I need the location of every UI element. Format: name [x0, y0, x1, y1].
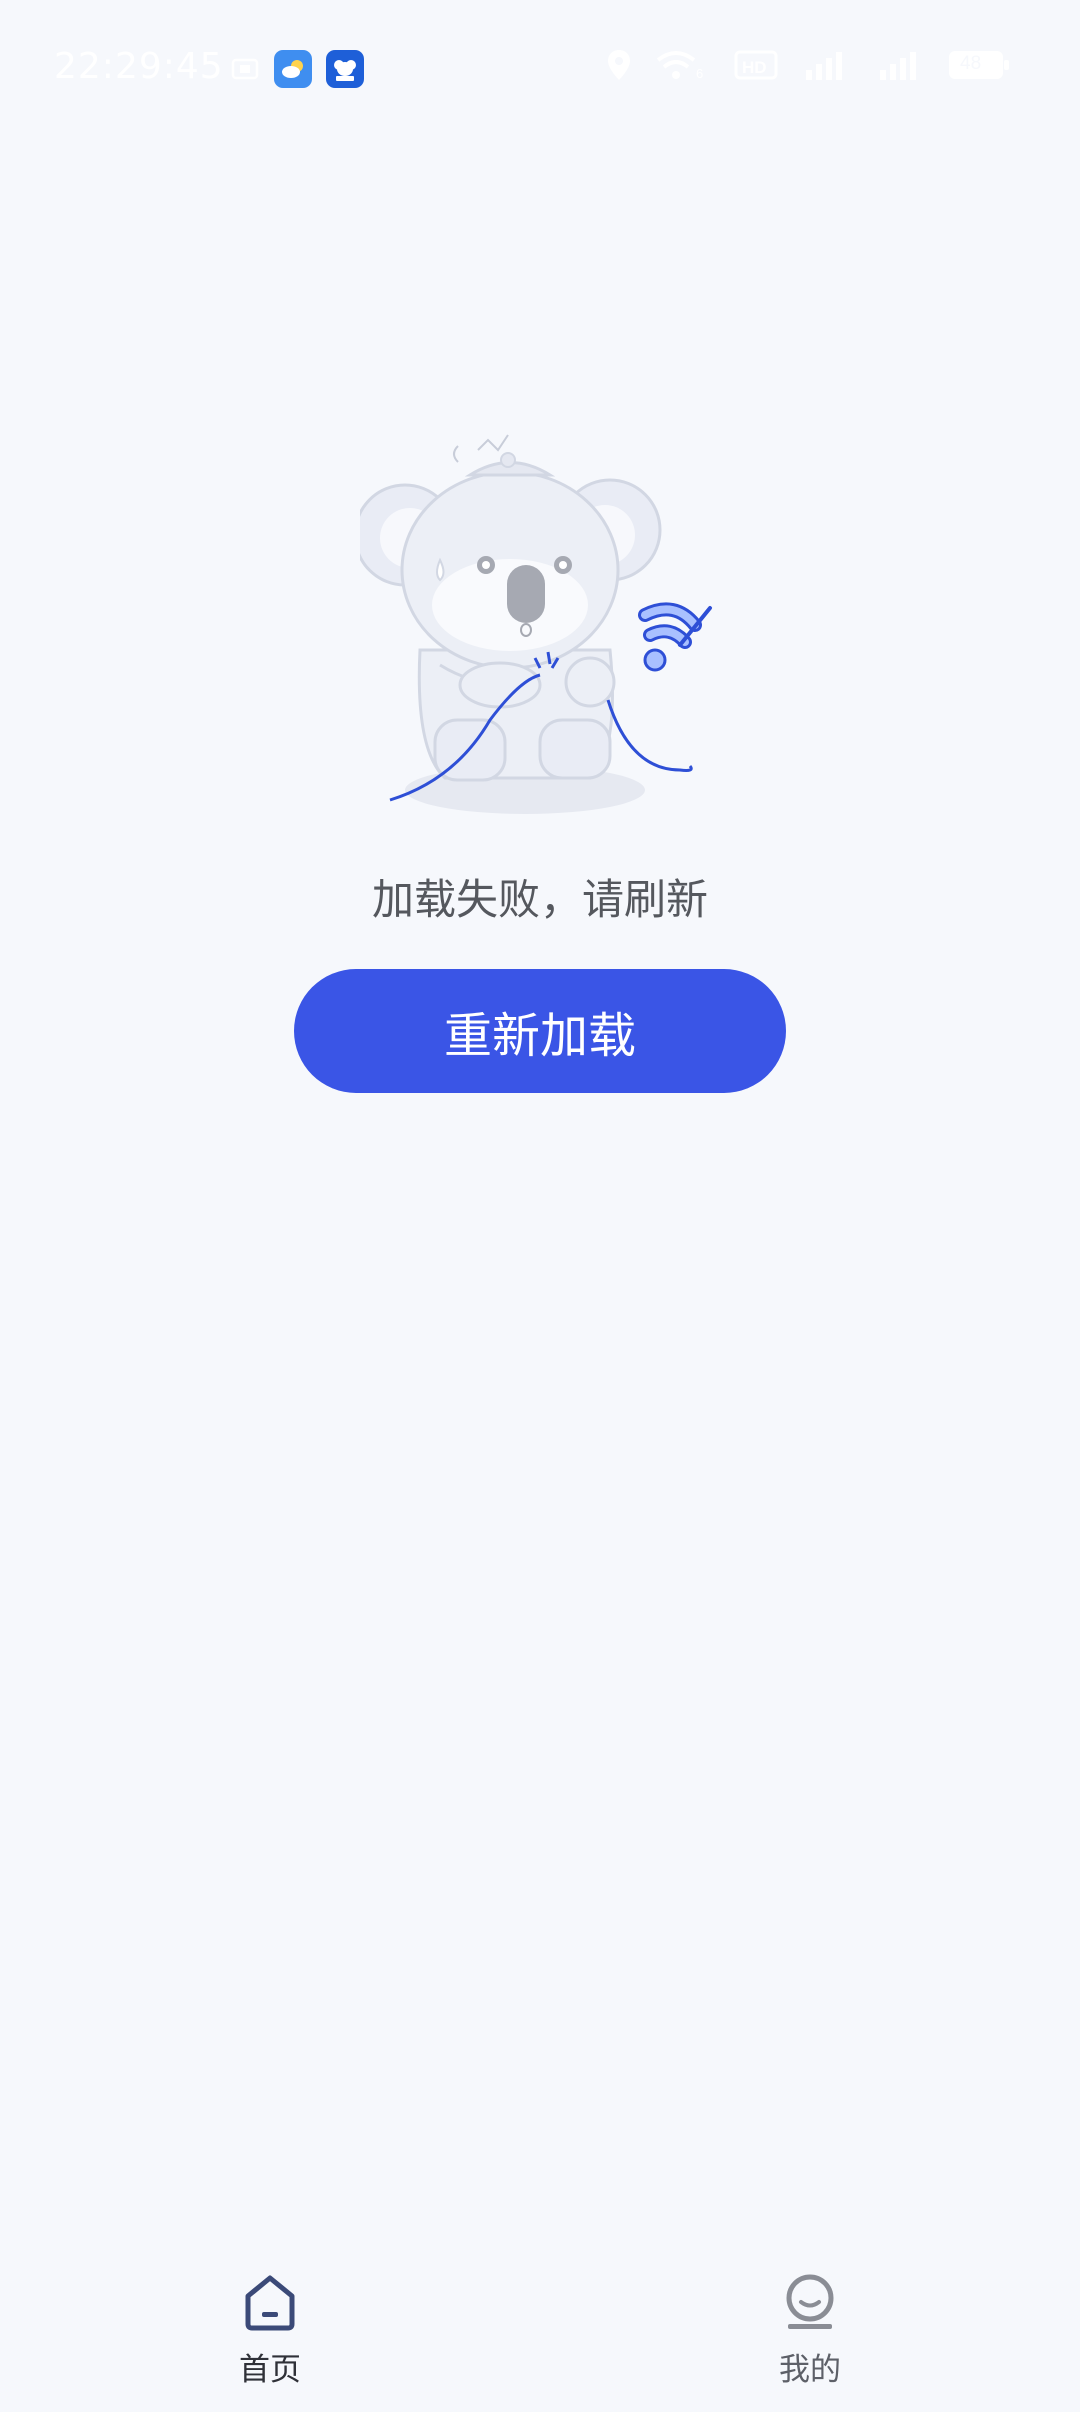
- hd-icon: HD: [734, 50, 778, 80]
- bottom-nav: 首页 我的: [0, 2222, 1080, 2412]
- status-notification-icons: [230, 50, 364, 88]
- home-icon: [245, 2275, 295, 2331]
- svg-text:HD: HD: [742, 58, 767, 77]
- nav-item-home[interactable]: 首页: [170, 2272, 370, 2389]
- battery-icon: 48: [948, 49, 1010, 81]
- status-right-icons: 6 HD 48: [606, 48, 1010, 82]
- status-bar: 22:29:45 6 HD 48: [0, 0, 1080, 140]
- signal-icon-sim1: [806, 52, 842, 80]
- nav-label-home: 首页: [239, 2352, 301, 2388]
- signal-icon-sim2: [880, 52, 916, 80]
- location-icon: [608, 50, 630, 80]
- battery-level: 48: [960, 53, 982, 74]
- notification-icon: [231, 58, 259, 80]
- koala-disconnected-illustration: [360, 434, 712, 814]
- reload-button[interactable]: 重新加载: [294, 969, 786, 1093]
- status-time: 22:29:45: [54, 46, 224, 87]
- svg-text:6: 6: [696, 66, 703, 81]
- profile-icon: [786, 2274, 834, 2329]
- nav-label-profile: 我的: [779, 2352, 841, 2388]
- nav-item-profile[interactable]: 我的: [710, 2272, 910, 2389]
- koala-app-icon: [326, 50, 364, 88]
- weather-app-icon: [274, 50, 312, 88]
- wifi-icon: 6: [656, 51, 703, 81]
- load-error-message: 加载失败，请刷新: [371, 875, 708, 924]
